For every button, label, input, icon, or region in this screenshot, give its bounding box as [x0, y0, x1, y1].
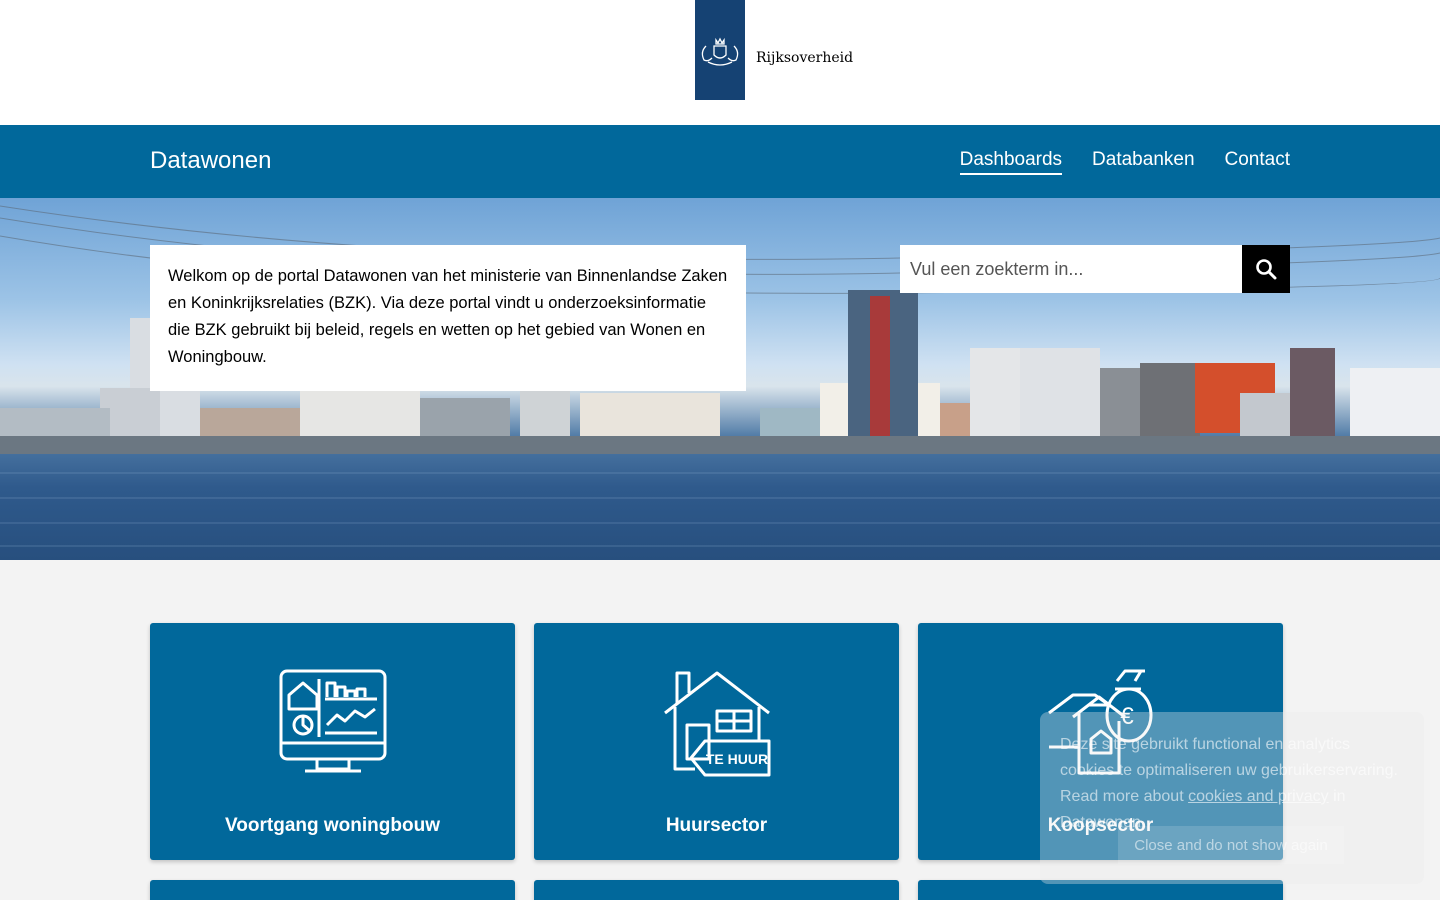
search-button[interactable]: [1242, 245, 1290, 293]
site-title[interactable]: Datawonen: [150, 147, 271, 175]
intro-text-box: Welkom op de portal Datawonen van het mi…: [150, 245, 746, 391]
search-bar: [900, 245, 1290, 293]
te-huur-text: TE HUUR: [705, 751, 767, 767]
cookie-privacy-link[interactable]: cookies and privacy: [1188, 788, 1329, 805]
logo-text: Rijksoverheid: [756, 50, 854, 66]
card-huursector[interactable]: TE HUUR Huursector: [534, 623, 899, 860]
search-icon: [1256, 259, 1277, 280]
card-voortgang-woningbouw[interactable]: Voortgang woningbouw: [150, 623, 515, 860]
house-for-rent-icon: TE HUUR: [663, 671, 770, 777]
cookie-notice: Deze site gebruikt functional en analyti…: [1040, 712, 1424, 884]
dashboard-monitor-icon: [279, 669, 386, 773]
nav-links: Dashboards Databanken Contact: [959, 149, 1290, 175]
card-label: Voortgang woningbouw: [225, 815, 440, 836]
card-row2-2[interactable]: [534, 880, 899, 900]
top-header: Rijksoverheid: [0, 0, 1440, 125]
main-navbar: Datawonen Dashboards Databanken Contact: [0, 125, 1440, 198]
card-label: Huursector: [665, 815, 768, 836]
nav-link-dashboards[interactable]: Dashboards: [959, 149, 1063, 175]
cookie-close-button[interactable]: Close and do not show again: [1118, 826, 1344, 864]
nav-link-contact[interactable]: Contact: [1225, 149, 1290, 175]
intro-text: Welkom op de portal Datawonen van het mi…: [168, 267, 728, 366]
card-row2-1[interactable]: [150, 880, 515, 900]
coat-of-arms-icon: [701, 37, 739, 66]
rijksoverheid-logo[interactable]: [695, 0, 745, 100]
nav-link-databanken[interactable]: Databanken: [1092, 149, 1194, 175]
search-input[interactable]: [900, 245, 1242, 293]
hero-banner: Welkom op de portal Datawonen van het mi…: [0, 198, 1440, 560]
